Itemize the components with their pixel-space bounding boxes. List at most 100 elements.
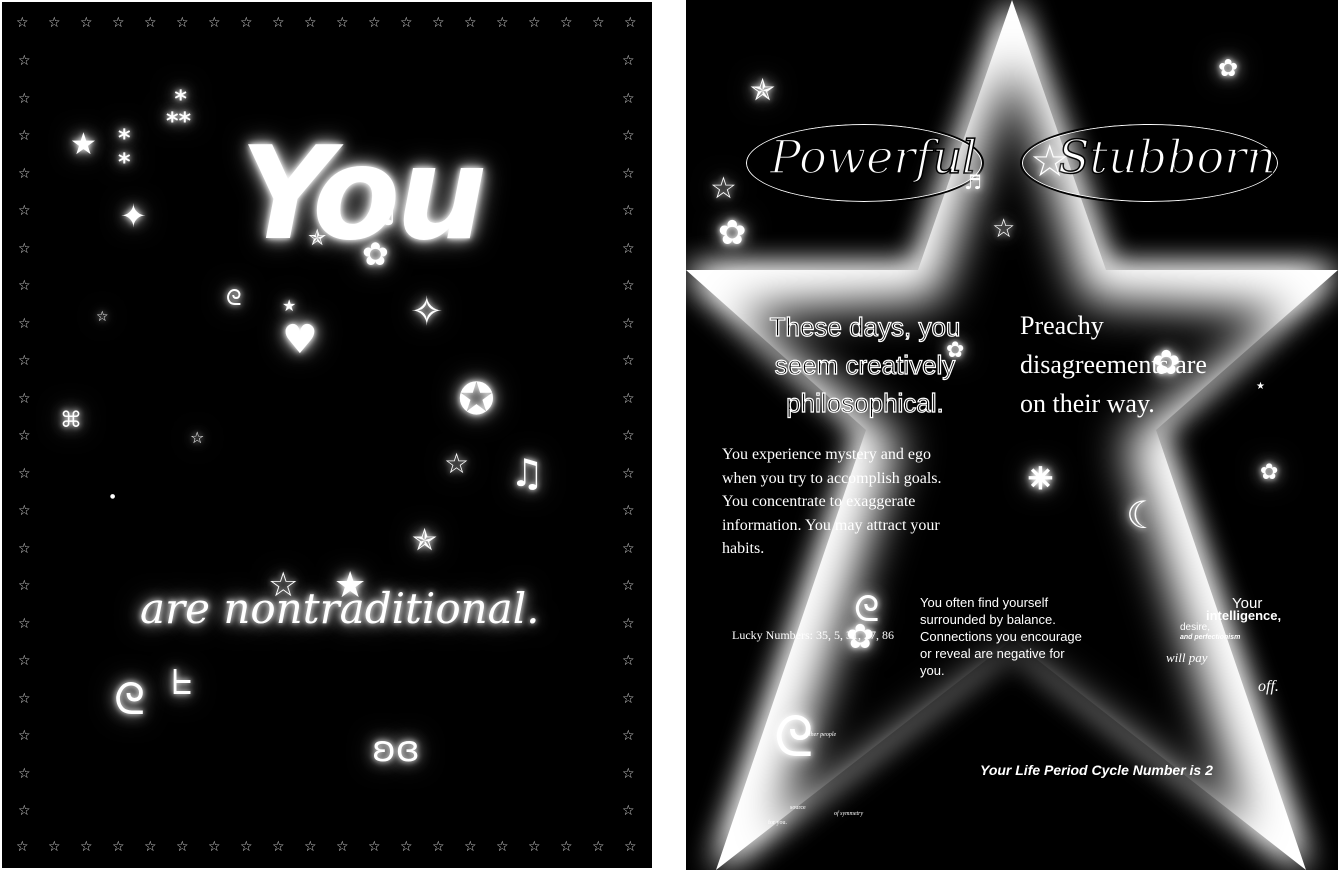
border-star-icon: ☆ bbox=[18, 240, 31, 257]
border-star-icon: ☆ bbox=[18, 428, 31, 444]
mystery-line: You concentrate to exaggerate bbox=[722, 493, 916, 510]
curl-icon: ᘓ bbox=[114, 674, 145, 725]
other-people-text: other people bbox=[806, 732, 837, 738]
small-star-icon: ☆ bbox=[96, 309, 109, 325]
intelligence-word: intelligence, bbox=[1206, 608, 1282, 623]
border-star-icon: ☆ bbox=[592, 15, 605, 31]
border-star-icon: ☆ bbox=[368, 839, 381, 855]
preachy-line: on their way. bbox=[1020, 389, 1155, 418]
border-star-icon: ☆ bbox=[560, 15, 573, 31]
border-star-icon: ☆ bbox=[622, 165, 635, 182]
border-star-icon: ☆ bbox=[80, 15, 93, 31]
outline-star-icon: ☆ bbox=[992, 214, 1016, 244]
outline-line: These days, you bbox=[769, 311, 961, 342]
left-tagline: are nontraditional. bbox=[140, 584, 540, 633]
border-star-icon: ☆ bbox=[432, 15, 445, 31]
border-star-icon: ☆ bbox=[622, 465, 635, 482]
border-star-icon: ☆ bbox=[622, 728, 635, 744]
border-star-icon: ☆ bbox=[48, 15, 61, 31]
border-star-icon: ☆ bbox=[18, 690, 31, 707]
border-star-icon: ☆ bbox=[622, 53, 635, 69]
flower-icon: ✿ bbox=[362, 235, 389, 273]
outline-star-icon: ☆ bbox=[444, 447, 470, 480]
border-star-icon: ☆ bbox=[80, 839, 93, 855]
border-star-icon: ☆ bbox=[496, 839, 509, 855]
border-star-icon: ☆ bbox=[622, 615, 635, 632]
border-star-icon: ☆ bbox=[208, 15, 221, 31]
border-star-icon: ☆ bbox=[368, 15, 381, 31]
border-star-icon: ☆ bbox=[560, 839, 573, 855]
balance-paragraph: You often find yourself surrounded by ba… bbox=[920, 594, 1082, 679]
border-star-icon: ☆ bbox=[622, 90, 635, 107]
double-curl-icon: ʚɞ bbox=[372, 729, 420, 770]
border-star-icon: ☆ bbox=[18, 128, 31, 144]
mystery-line: when you try to accomplish goals. bbox=[722, 469, 942, 487]
border-star-icon: ☆ bbox=[272, 15, 285, 31]
border-star-icon: ☆ bbox=[622, 803, 635, 819]
symmetry-text: of symmetry bbox=[834, 811, 864, 817]
border-star-icon: ☆ bbox=[622, 353, 635, 369]
border-star-icon: ☆ bbox=[622, 315, 635, 332]
star-icon: ★ bbox=[70, 127, 97, 162]
border-star-icon: ☆ bbox=[624, 839, 637, 855]
border-star-icon: ☆ bbox=[624, 15, 637, 31]
border-star-icon: ☆ bbox=[272, 839, 285, 855]
mystery-line: You experience mystery and ego bbox=[722, 446, 931, 463]
border-star-icon: ☆ bbox=[496, 15, 509, 31]
asterisk-cluster-icon: * ** bbox=[166, 85, 192, 135]
flower-icon: ✿ bbox=[1218, 54, 1239, 82]
border-star-icon: ☆ bbox=[304, 839, 317, 855]
balance-line: You often find yourself bbox=[920, 595, 1049, 610]
border-star-icon: ☆ bbox=[622, 428, 635, 444]
outline-star-icon: ✯ bbox=[308, 226, 327, 251]
outline-star-icon: ☆ bbox=[1030, 136, 1070, 187]
border-star-icon: ☆ bbox=[622, 278, 635, 294]
border-star-icon: ☆ bbox=[18, 353, 31, 369]
outline-star-icon: ✯ bbox=[750, 73, 776, 108]
border-star-icon: ☆ bbox=[18, 165, 31, 182]
border-star-icon: ☆ bbox=[18, 90, 31, 107]
creative-outline-text: These days, you seem creatively philosop… bbox=[746, 308, 984, 422]
balance-line: or reveal are negative for bbox=[920, 646, 1065, 661]
source-text: source bbox=[790, 805, 806, 811]
off-word: off. bbox=[1258, 678, 1279, 695]
outline-line: philosophical. bbox=[786, 387, 945, 418]
border-star-icon: ☆ bbox=[176, 15, 189, 31]
border-star-icon: ☆ bbox=[592, 839, 605, 855]
border-star-icon: ☆ bbox=[18, 53, 31, 69]
border-star-icon: ☆ bbox=[16, 839, 29, 855]
border-star-icon: ☆ bbox=[336, 839, 349, 855]
trait-word-powerful: Powerful bbox=[769, 129, 977, 185]
border-star-icon: ☆ bbox=[18, 578, 31, 594]
outline-star-icon: ☆ bbox=[710, 171, 737, 206]
trait-word-stubborn: Stubborn bbox=[1057, 129, 1276, 185]
border-star-icon: ☆ bbox=[18, 315, 31, 332]
flower-icon: ✿ bbox=[718, 213, 747, 253]
balance-line: surrounded by balance. bbox=[920, 612, 1056, 627]
music-note-icon: ♬ bbox=[364, 193, 397, 234]
small-star-icon: ☆ bbox=[190, 428, 205, 447]
curl-icon: ᘓ bbox=[226, 286, 242, 311]
small-star-icon: ★ bbox=[282, 296, 297, 315]
border-star-icon: ☆ bbox=[336, 15, 349, 31]
border-star-icon: ☆ bbox=[622, 203, 635, 219]
for-you-text: for you. bbox=[768, 820, 787, 826]
preachy-line: disagreements are bbox=[1020, 350, 1207, 379]
border-star-icon: ☆ bbox=[16, 15, 29, 31]
border-star-icon: ☆ bbox=[144, 15, 157, 31]
ornament-star-icon: ✧ bbox=[410, 289, 444, 335]
border-star-icon: ☆ bbox=[622, 540, 635, 557]
will-pay-text: will pay bbox=[1166, 650, 1208, 665]
border-star-icon: ☆ bbox=[18, 278, 31, 294]
border-star-icon: ☆ bbox=[18, 390, 31, 407]
border-star-icon: ☆ bbox=[18, 653, 31, 669]
border-star-icon: ☆ bbox=[18, 203, 31, 219]
border-star-icon: ☆ bbox=[18, 503, 31, 519]
sun-ring-icon: ⁕ bbox=[1022, 454, 1059, 505]
border-star-icon: ☆ bbox=[622, 765, 635, 782]
border-star-icon: ☆ bbox=[622, 653, 635, 669]
border-star-icon: ☆ bbox=[18, 465, 31, 482]
music-note-icon: ♬ bbox=[964, 170, 982, 194]
sparkle-icon: ✦ bbox=[120, 197, 147, 235]
border-star-icon: ☆ bbox=[144, 839, 157, 855]
